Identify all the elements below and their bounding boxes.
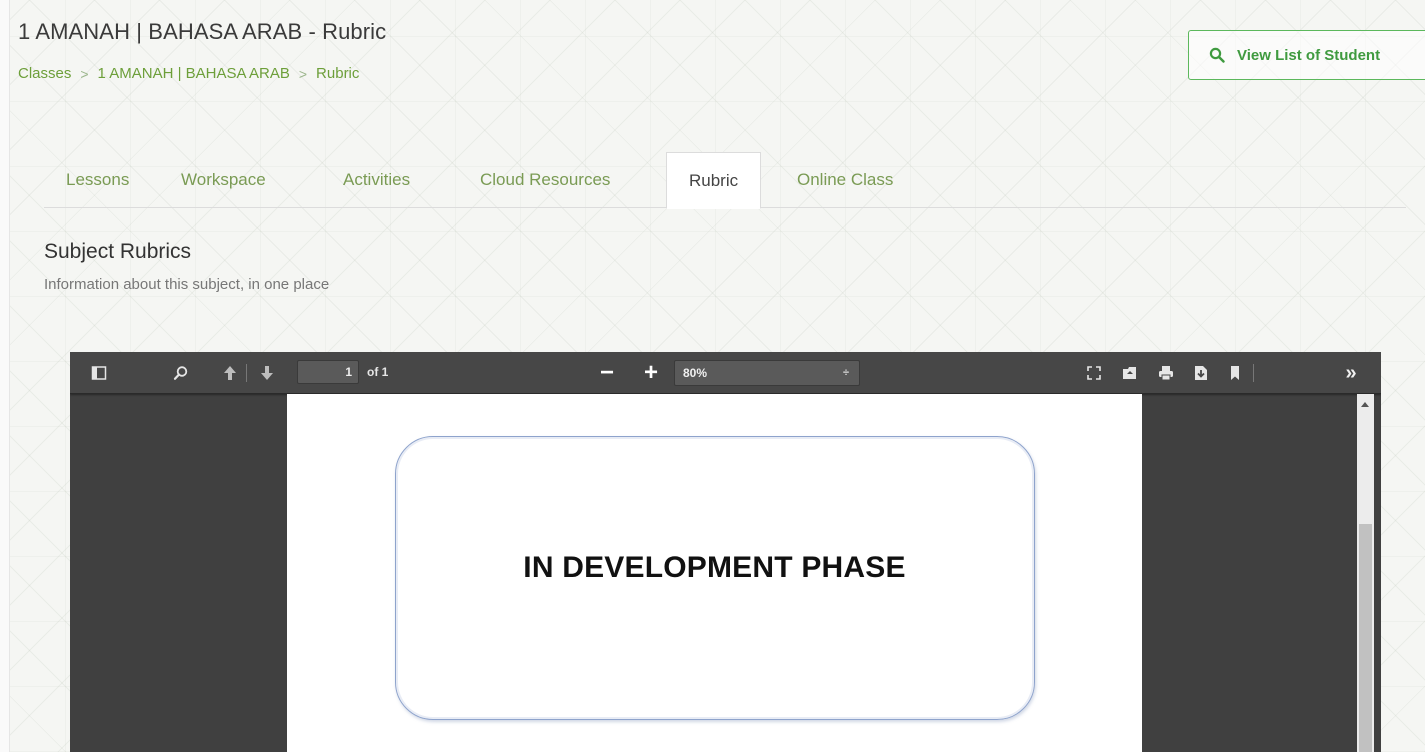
find-icon[interactable] xyxy=(170,362,192,384)
page-title: 1 AMANAH | BAHASA ARAB - Rubric xyxy=(18,19,387,44)
scroll-up-arrow-icon[interactable] xyxy=(1361,402,1369,407)
tab-online-class[interactable]: Online Class xyxy=(775,152,915,208)
zoom-in-button[interactable]: + xyxy=(640,359,662,386)
tab-lessons[interactable]: Lessons xyxy=(44,152,151,208)
view-list-of-student-label: View List of Student xyxy=(1237,46,1381,64)
zoom-select[interactable]: 80% ÷ xyxy=(674,360,860,386)
tab-cloud-resources[interactable]: Cloud Resources xyxy=(458,152,632,208)
breadcrumb-current: Rubric xyxy=(316,65,360,82)
print-icon[interactable] xyxy=(1155,362,1177,384)
previous-page-icon[interactable] xyxy=(219,362,241,384)
pdf-toolbar: 1 of 1 − + 80% ÷ » xyxy=(70,352,1381,394)
more-tools-button[interactable]: » xyxy=(1340,362,1362,384)
view-list-of-student-button[interactable]: View List of Student xyxy=(1188,30,1425,80)
toolbar-divider xyxy=(246,364,247,382)
document-heading: IN DEVELOPMENT PHASE xyxy=(523,551,906,584)
zoom-out-button[interactable]: − xyxy=(596,359,618,386)
left-sidebar-edge xyxy=(0,0,10,752)
tab-bar: Lessons Workspace Activities Cloud Resou… xyxy=(44,152,1406,209)
bookmark-icon[interactable] xyxy=(1224,362,1246,384)
breadcrumb-separator: > xyxy=(80,65,89,82)
pdf-viewer: 1 of 1 − + 80% ÷ » IN DEVELOPMENT PHASE xyxy=(70,352,1381,752)
zoom-caret-icon: ÷ xyxy=(842,367,849,379)
section-subtitle: Information about this subject, in one p… xyxy=(44,276,330,293)
section-title: Subject Rubrics xyxy=(44,240,192,263)
breadcrumb-class-link[interactable]: 1 AMANAH | BAHASA ARAB xyxy=(98,65,290,82)
breadcrumb-classes-link[interactable]: Classes xyxy=(18,65,71,82)
search-icon xyxy=(1209,47,1225,63)
scrollbar-thumb[interactable] xyxy=(1359,524,1372,752)
scrollbar[interactable] xyxy=(1357,394,1374,752)
tab-activities[interactable]: Activities xyxy=(321,152,432,208)
page-number-input[interactable]: 1 xyxy=(297,360,359,384)
tab-workspace[interactable]: Workspace xyxy=(159,152,288,208)
zoom-value: 80% xyxy=(683,366,708,380)
presentation-mode-icon[interactable] xyxy=(1083,362,1105,384)
breadcrumb-separator: > xyxy=(298,65,308,82)
tab-rubric[interactable]: Rubric xyxy=(666,152,762,209)
download-icon[interactable] xyxy=(1190,362,1212,384)
pdf-page: IN DEVELOPMENT PHASE xyxy=(287,394,1142,752)
toolbar-divider xyxy=(1253,364,1254,382)
page-count: of 1 xyxy=(367,365,389,379)
sidebar-toggle-icon[interactable] xyxy=(88,362,110,384)
open-file-icon[interactable] xyxy=(1119,362,1141,384)
breadcrumb: Classes > 1 AMANAH | BAHASA ARAB > Rubri… xyxy=(18,65,359,82)
next-page-icon[interactable] xyxy=(256,362,278,384)
